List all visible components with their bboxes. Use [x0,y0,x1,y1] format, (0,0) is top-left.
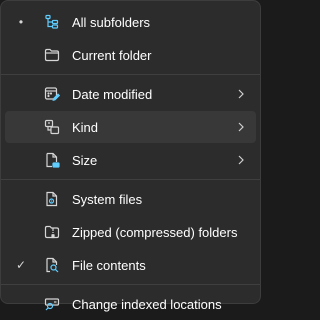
search-options-menu: • All subfolders Current folder Date mod… [0,0,261,312]
menu-item-current-folder[interactable]: Current folder [5,39,256,71]
selected-bullet: • [18,15,24,29]
folder-icon [44,47,60,63]
menu-separator [1,74,260,75]
menu-item-change-indexed-locations[interactable]: Change indexed locations [5,288,256,320]
chevron-right-icon [234,87,248,101]
menu-item-label: Zipped (compressed) folders [72,224,238,240]
menu-item-size[interactable]: Size [5,144,256,176]
menu-item-label: Date modified [72,86,153,102]
menu-item-label: Change indexed locations [72,296,222,312]
menu-item-label: Size [72,152,98,168]
search-database-icon [44,296,60,312]
menu-item-label: Kind [72,119,99,135]
menu-item-date-modified[interactable]: Date modified [5,78,256,110]
menu-item-label: System files [72,191,143,207]
menu-separator [1,284,260,285]
checkmark-icon: ✓ [15,258,27,272]
menu-item-kind[interactable]: Kind [5,111,256,143]
shapes-icon [44,119,60,135]
menu-item-file-contents[interactable]: ✓ File contents [5,249,256,281]
menu-separator [1,179,260,180]
document-settings-icon [44,191,60,207]
menu-item-system-files[interactable]: System files [5,183,256,215]
menu-item-label: File contents [72,257,146,273]
menu-item-zipped-folders[interactable]: Zipped (compressed) folders [5,216,256,248]
menu-item-label: Current folder [72,47,152,63]
folder-tree-icon [44,14,60,30]
menu-item-label: All subfolders [72,14,151,30]
calendar-edit-icon [44,86,60,102]
document-search-icon [44,257,60,273]
document-size-icon [44,152,60,168]
chevron-right-icon [234,120,248,134]
folder-zip-icon [44,224,60,240]
chevron-right-icon [234,153,248,167]
menu-item-all-subfolders[interactable]: • All subfolders [5,6,256,38]
